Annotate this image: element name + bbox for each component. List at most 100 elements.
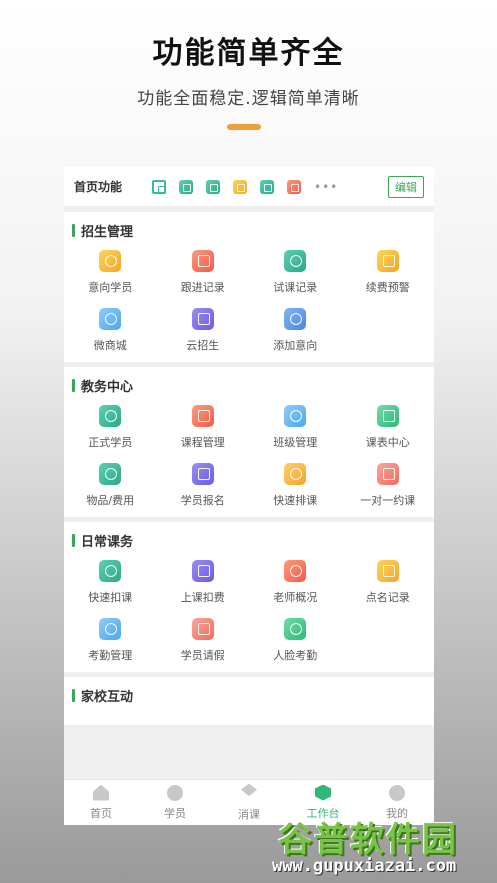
- tab-2[interactable]: 学员: [138, 780, 212, 825]
- section-title: 教务中心: [64, 375, 434, 395]
- printer-icon: [99, 618, 122, 640]
- section-2: 教务中心正式学员 课程管理 班级管理 课表中心物品/费用 学员报名 快速排课 一对一约课: [64, 367, 434, 517]
- function-item-label: 续费预警: [365, 281, 410, 294]
- layers-icon: [191, 405, 214, 427]
- function-item-label: 微商城: [93, 339, 127, 352]
- sections-container: 招生管理意向学员 跟进记录 试课记录 续费预警微商城 云招生 添加意向教务中心正式学员 课程…: [64, 212, 434, 725]
- function-item[interactable]: 考勤管理: [64, 618, 157, 666]
- function-item-label: 正式学员: [88, 436, 133, 449]
- profile-icon: [389, 784, 405, 801]
- function-item-label: 班级管理: [273, 436, 318, 449]
- watermark: 谷普软件园 www.gupuxiazai.com: [272, 812, 494, 880]
- tab-label: 学员: [164, 806, 186, 820]
- user-icon: [99, 250, 122, 272]
- function-item[interactable]: 班级管理: [249, 405, 342, 453]
- page-subline: 功能全面稳定.逻辑简单清晰: [137, 89, 360, 109]
- function-item[interactable]: 学员报名: [157, 463, 250, 511]
- function-item-label: 试课记录: [273, 281, 318, 294]
- signup-icon: [191, 463, 214, 485]
- section-1: 招生管理意向学员 跟进记录 试课记录 续费预警微商城 云招生 添加意向: [64, 212, 434, 362]
- user-icon: [167, 784, 183, 801]
- function-item[interactable]: 试课记录: [249, 250, 342, 298]
- function-item-label: 考勤管理: [88, 649, 133, 662]
- section-title-text: 教务中心: [81, 379, 134, 395]
- function-item[interactable]: 人脸考勤: [249, 618, 342, 666]
- shortcut-icon-row: •••: [152, 179, 388, 194]
- function-item[interactable]: 云招生: [157, 308, 250, 356]
- function-item[interactable]: 快速扣课: [64, 560, 157, 608]
- qr-icon[interactable]: [152, 179, 167, 194]
- more-icon[interactable]: •••: [314, 180, 338, 194]
- section-title: 日常课务: [64, 530, 434, 550]
- function-item-label: 学员请假: [180, 649, 225, 662]
- home-function-title: 首页功能: [74, 180, 123, 194]
- function-item[interactable]: 上课扣费: [157, 560, 250, 608]
- function-item-label: 学员报名: [180, 494, 225, 507]
- headset-icon: [284, 250, 307, 272]
- teacher-icon: [284, 560, 307, 582]
- function-item-label: 云招生: [186, 339, 220, 352]
- tab-label: 首页: [90, 806, 112, 820]
- function-item-label: 课程管理: [180, 436, 225, 449]
- watermark-logo: 谷普软件园: [278, 820, 458, 860]
- function-item[interactable]: 续费预警: [342, 250, 435, 298]
- function-item[interactable]: 跟进记录: [157, 250, 250, 298]
- shop-icon: [99, 308, 122, 330]
- shortcut-icon[interactable]: [179, 179, 194, 194]
- class-icon: [284, 405, 307, 427]
- function-item-label: 跟进记录: [180, 281, 225, 294]
- function-item[interactable]: 点名记录: [342, 560, 435, 608]
- tab-1[interactable]: 首页: [64, 780, 138, 825]
- function-item[interactable]: 正式学员: [64, 405, 157, 453]
- section-accent-bar: [72, 378, 75, 392]
- function-item[interactable]: 学员请假: [157, 618, 250, 666]
- page-headline: 功能简单齐全: [152, 36, 345, 71]
- lightning-icon: [99, 560, 122, 582]
- function-item[interactable]: 意向学员: [64, 250, 157, 298]
- function-item-label: 添加意向: [273, 339, 318, 352]
- shortcut-icon[interactable]: [206, 179, 221, 194]
- function-grid: 正式学员 课程管理 班级管理 课表中心物品/费用 学员报名 快速排课 一对一约课: [64, 395, 434, 511]
- function-item[interactable]: 老师概况: [249, 560, 342, 608]
- home-function-bar: 首页功能 ••• 编辑: [64, 167, 434, 207]
- function-item[interactable]: 物品/费用: [64, 463, 157, 511]
- clock-icon: [191, 250, 214, 272]
- section-4: 家校互动: [64, 677, 434, 725]
- workbench-icon: [315, 784, 331, 801]
- function-item[interactable]: 快速排课: [249, 463, 342, 511]
- function-item[interactable]: 添加意向: [249, 308, 342, 356]
- money-bag-icon: [191, 560, 214, 582]
- function-item[interactable]: 课程管理: [157, 405, 250, 453]
- box-icon: [99, 463, 122, 485]
- function-item[interactable]: 微商城: [64, 308, 157, 356]
- section-title: 家校互动: [64, 685, 434, 705]
- function-grid: 快速扣课 上课扣费 老师概况 点名记录考勤管理 学员请假 人脸考勤: [64, 550, 434, 666]
- user-card-icon: [191, 308, 214, 330]
- function-grid: 意向学员 跟进记录 试课记录 续费预警微商城 云招生 添加意向: [64, 240, 434, 356]
- shortcut-icon[interactable]: [287, 179, 302, 194]
- phone-screen: 首页功能 ••• 编辑 招生管理意向学员 跟进记录 试课记录 续费预警微商城 云招生 添加…: [64, 167, 434, 825]
- function-item-label: 老师概况: [273, 591, 318, 604]
- function-item-label: 意向学员: [88, 281, 133, 294]
- watermark-url: www.gupuxiazai.com: [272, 856, 457, 876]
- function-item-label: 快速扣课: [88, 591, 133, 604]
- rollcall-icon: [376, 560, 399, 582]
- section-title-text: 日常课务: [81, 534, 134, 550]
- section-3: 日常课务快速扣课 上课扣费 老师概况 点名记录考勤管理 学员请假 人脸考勤: [64, 522, 434, 672]
- shortcut-icon[interactable]: [260, 179, 275, 194]
- tab-label: 消课: [238, 807, 260, 821]
- edit-button[interactable]: 编辑: [388, 175, 424, 198]
- one-to-one-icon: [376, 463, 399, 485]
- function-item[interactable]: 课表中心: [342, 405, 435, 453]
- function-item[interactable]: 一对一约课: [342, 463, 435, 511]
- function-item-label: 课表中心: [365, 436, 410, 449]
- section-title-text: 招生管理: [81, 224, 134, 240]
- home-icon: [93, 784, 109, 801]
- accent-bar: [227, 124, 261, 130]
- shortcut-icon[interactable]: [233, 179, 248, 194]
- student-icon: [99, 405, 122, 427]
- section-title: 招生管理: [64, 220, 434, 240]
- alert-icon: [376, 250, 399, 272]
- add-user-icon: [284, 308, 307, 330]
- section-title-text: 家校互动: [81, 689, 134, 705]
